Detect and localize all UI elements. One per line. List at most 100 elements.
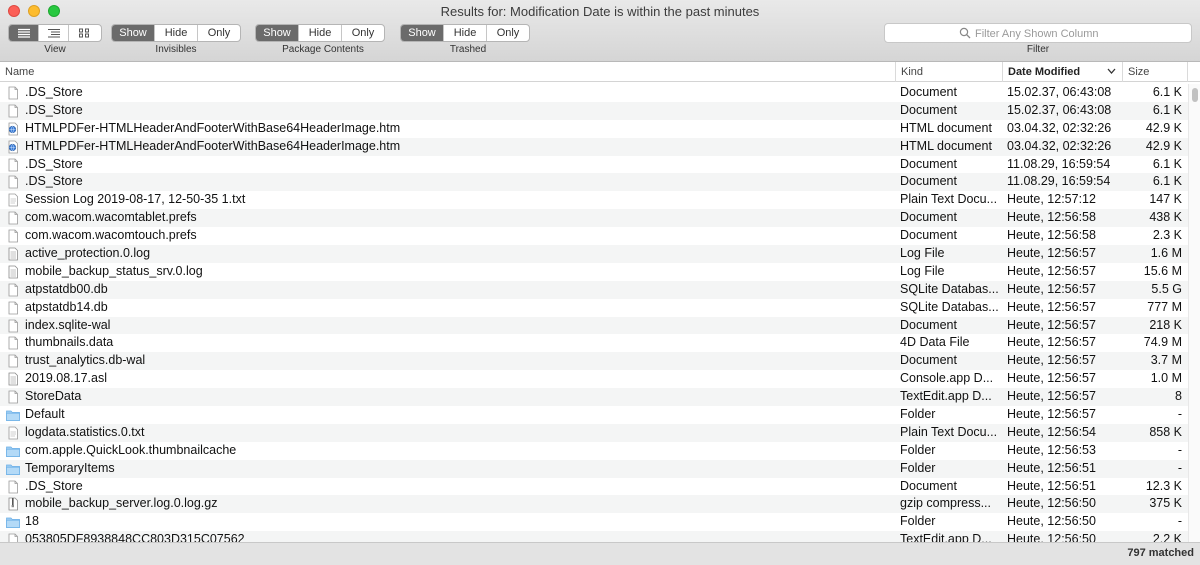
title-bar: Results for: Modification Date is within… (0, 0, 1200, 62)
table-row[interactable]: 18 Folder Heute, 12:56:50 - (0, 513, 1188, 531)
window-title: Results for: Modification Date is within… (440, 4, 760, 19)
file-size: - (1177, 407, 1182, 422)
table-row[interactable]: com.wacom.wacomtouch.prefs Document Heute,… (0, 227, 1188, 245)
invisibles-show-button[interactable]: Show (112, 25, 155, 41)
trashed-control[interactable]: Show Hide Only (400, 24, 530, 42)
file-date-modified: Heute, 12:57:12 (1007, 192, 1096, 207)
column-header-size[interactable]: Size (1123, 62, 1188, 82)
trashed-only-button[interactable]: Only (487, 25, 529, 41)
table-row[interactable]: TemporaryItems Folder Heute, 12:56:51 - (0, 459, 1188, 478)
file-size: 218 K (1149, 317, 1182, 332)
file-size: 147 K (1149, 192, 1182, 207)
file-size: 5.5 G (1151, 281, 1182, 296)
column-header-name[interactable]: Name (0, 62, 896, 82)
table-row[interactable]: .DS_Store Document 11.08.29, 16:59:54 6.1 K (0, 156, 1188, 174)
file-name: 053805DF8938848CC803D315C07562 (25, 532, 245, 542)
table-row[interactable]: active_protection.0.log Log File Heute, 12… (0, 245, 1188, 263)
table-row[interactable]: index.sqlite-wal Document Heute, 12:56:57 2… (0, 316, 1188, 335)
search-icon (959, 27, 971, 39)
file-kind: Document (900, 478, 957, 493)
package-contents-only-button[interactable]: Only (342, 25, 384, 41)
file-name: .DS_Store (25, 174, 83, 189)
file-name: .DS_Store (25, 85, 83, 99)
table-row[interactable]: Default Folder Heute, 12:56:57 - (0, 406, 1188, 424)
table-row[interactable]: logdata.statistics.0.txt Plain Text Docu.… (0, 423, 1188, 442)
folder-icon (6, 444, 20, 458)
table-row[interactable]: mobile_backup_server.log.0.log.gz gzip co… (0, 495, 1188, 514)
table-row[interactable]: HTMLPDFer-HTMLHeaderAndFooterWithBase64H… (0, 120, 1188, 138)
table-row[interactable]: com.apple.QuickLook.thumbnailcache Folder… (0, 442, 1188, 460)
invisibles-label: Invisibles (155, 44, 197, 55)
table-row[interactable]: HTMLPDFer-HTMLHeaderAndFooterWithBase64H… (0, 137, 1188, 156)
file-name: com.apple.QuickLook.thumbnailcache (25, 442, 237, 457)
package-contents-show-button[interactable]: Show (256, 25, 299, 41)
file-name: mobile_backup_server.log.0.log.gz (25, 496, 218, 511)
file-kind: Document (900, 228, 957, 243)
table-body: .DS_Store Document 15.02.37, 06:43:08 6.1 K… (0, 84, 1188, 542)
filter-input[interactable] (975, 26, 1185, 41)
document-icon (6, 354, 20, 368)
document-icon (6, 480, 20, 494)
table-row[interactable]: .DS_Store Document 15.02.37, 06:43:08 6.1 K (0, 84, 1188, 102)
package-contents-hide-button[interactable]: Hide (299, 25, 342, 41)
table-row[interactable]: thumbnails.data 4D Data File Heute, 12:56:… (0, 334, 1188, 352)
invisibles-only-button[interactable]: Only (198, 25, 240, 41)
table-row[interactable]: Session Log 2019-08-17, 12-50-35 1.txt Pl… (0, 191, 1188, 209)
outline-view-button[interactable] (39, 25, 69, 41)
file-name: HTMLPDFer-HTMLHeaderAndFooterWithBase64H… (25, 120, 401, 135)
package-contents-label: Package Contents (282, 44, 364, 55)
table-row[interactable]: mobile_backup_status_srv.0.log Log File He… (0, 263, 1188, 281)
icon-view-button[interactable] (69, 25, 99, 41)
file-name: com.wacom.wacomtablet.prefs (25, 210, 197, 225)
table-row[interactable]: com.wacom.wacomtablet.prefs Document Heute… (0, 209, 1188, 228)
file-kind: Plain Text Docu... (900, 424, 998, 439)
table-row[interactable]: StoreData TextEdit.app D... Heute, 12:56:5… (0, 388, 1188, 407)
view-mode-control[interactable] (8, 24, 102, 42)
column-header-kind[interactable]: Kind (896, 62, 1003, 82)
file-size: 3.7 M (1150, 353, 1182, 368)
file-kind: Plain Text Docu... (900, 192, 998, 207)
file-date-modified: Heute, 12:56:57 (1007, 407, 1096, 422)
file-size: 8 (1175, 389, 1182, 404)
trashed-hide-button[interactable]: Hide (444, 25, 487, 41)
document-icon (6, 301, 20, 315)
view-label: View (44, 44, 66, 55)
file-kind: Folder (900, 407, 936, 422)
file-kind: Folder (900, 460, 936, 475)
file-name: Default (25, 407, 65, 422)
column-header-date-modified-label: Date Modified (1008, 66, 1081, 78)
file-date-modified: Heute, 12:56:57 (1007, 263, 1096, 278)
table-row[interactable]: .DS_Store Document Heute, 12:56:51 12.3 K (0, 478, 1188, 496)
file-kind: Log File (900, 246, 945, 261)
results-table: Name Kind Date Modified Size .DS_Store Do… (0, 62, 1200, 542)
file-size: 2.3 K (1152, 228, 1182, 243)
vertical-scrollbar[interactable] (1188, 84, 1200, 542)
table-row[interactable]: .DS_Store Document 11.08.29, 16:59:54 6.1 K (0, 173, 1188, 192)
file-size: - (1177, 514, 1182, 529)
column-header-date-modified[interactable]: Date Modified (1003, 62, 1123, 82)
table-row[interactable]: 2019.08.17.asl Console.app D... Heute, 12:… (0, 370, 1188, 388)
file-date-modified: 03.04.32, 02:32:26 (1007, 138, 1112, 153)
table-row[interactable]: trust_analytics.db-wal Document Heute, 12:… (0, 352, 1188, 371)
invisibles-hide-button[interactable]: Hide (155, 25, 198, 41)
package-contents-control[interactable]: Show Hide Only (255, 24, 385, 42)
invisibles-control[interactable]: Show Hide Only (111, 24, 241, 42)
table-row[interactable]: atpstatdb14.db SQLite Databas... Heute, 12… (0, 299, 1188, 317)
file-date-modified: Heute, 12:56:57 (1007, 335, 1096, 350)
file-name: StoreData (25, 389, 82, 404)
scrollbar-thumb[interactable] (1192, 88, 1198, 102)
table-row[interactable]: atpstatdb00.db SQLite Databas... Heute, 12… (0, 280, 1188, 299)
trashed-show-button[interactable]: Show (401, 25, 444, 41)
list-view-button[interactable] (9, 25, 39, 41)
file-name: .DS_Store (25, 478, 83, 493)
table-row[interactable]: 053805DF8938848CC803D315C07562 TextEdit.a… (0, 531, 1188, 542)
file-size: 6.1 K (1152, 85, 1182, 99)
filter-field[interactable] (884, 23, 1192, 43)
file-date-modified: Heute, 12:56:58 (1007, 210, 1096, 225)
document-icon (6, 533, 20, 542)
app-window: Results for: Modification Date is within… (0, 0, 1200, 565)
file-size: 42.9 K (1145, 138, 1182, 153)
file-kind: HTML document (900, 138, 992, 153)
table-row[interactable]: .DS_Store Document 15.02.37, 06:43:08 6.1 K (0, 101, 1188, 120)
file-kind: Document (900, 102, 957, 117)
